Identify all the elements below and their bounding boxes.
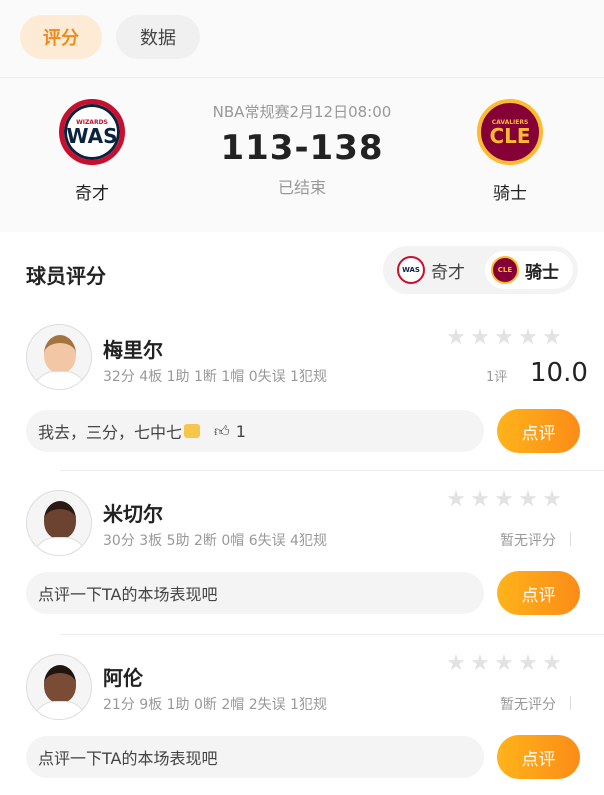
wizards-logo: WIZARDS WAS <box>59 99 125 165</box>
avatar-body <box>33 537 87 555</box>
thumbs-up-icon[interactable]: 👍︎ <box>214 422 230 441</box>
like-count: 1 <box>235 421 246 441</box>
avatar-head <box>44 665 76 703</box>
match-status: 已结束 <box>277 178 326 197</box>
divider <box>60 470 604 471</box>
switch-wizards[interactable]: WAS 奇才 <box>393 251 483 289</box>
avatar-head <box>44 335 76 373</box>
comment-button[interactable]: 点评 <box>497 735 580 779</box>
star-icon[interactable]: ★ <box>518 327 538 349</box>
match-info: NBA常规赛2月12日08:00 <box>212 103 392 121</box>
tab-rating[interactable]: 评分 <box>20 15 102 59</box>
wizards-logo-text: WAS <box>66 123 118 148</box>
player-stats: 30分 3板 5助 2断 0帽 6失误 4犯规 <box>103 533 327 549</box>
home-team-name: 奇才 <box>75 184 109 204</box>
switch-cavaliers-label: 骑士 <box>525 262 559 283</box>
player-name[interactable]: 梅里尔 <box>103 334 163 363</box>
emoji-icon <box>184 424 201 438</box>
star-icon[interactable]: ★ <box>470 327 490 349</box>
divider-bar <box>570 696 571 710</box>
match-score: 113-138 <box>220 128 384 168</box>
avatar-body <box>33 701 87 719</box>
cavaliers-mini-logo: CLE <box>491 256 519 284</box>
cavaliers-logo-text: CLE <box>489 123 531 148</box>
wizards-mini-logo: WAS <box>397 256 425 284</box>
star-icon[interactable]: ★ <box>542 327 562 349</box>
comment-preview[interactable]: 我去，三分，七中七 👍︎ 1 <box>26 410 484 452</box>
no-rating-label: 暂无评分 <box>500 533 556 549</box>
match-center: NBA常规赛2月12日08:00 113-138 已结束 <box>180 101 424 198</box>
cavaliers-logo: CAVALIERS CLE <box>477 99 543 165</box>
star-icon[interactable]: ★ <box>446 489 466 511</box>
player-stats: 32分 4板 1助 1断 1帽 0失误 1犯规 <box>103 369 327 385</box>
comment-placeholder: 点评一下TA的本场表现吧 <box>38 585 218 604</box>
player-name[interactable]: 米切尔 <box>103 498 163 527</box>
star-icon[interactable]: ★ <box>470 489 490 511</box>
rating-stars[interactable]: ★ ★ ★ ★ ★ <box>446 327 562 349</box>
section-title: 球员评分 <box>26 264 106 288</box>
avatar-head <box>44 501 76 539</box>
player-avatar[interactable] <box>26 490 92 556</box>
switch-wizards-label: 奇才 <box>431 262 465 283</box>
star-icon[interactable]: ★ <box>542 489 562 511</box>
star-icon[interactable]: ★ <box>518 653 538 675</box>
star-icon[interactable]: ★ <box>494 327 514 349</box>
switch-cavaliers[interactable]: CLE 骑士 <box>485 251 573 289</box>
rating-stars[interactable]: ★ ★ ★ ★ ★ <box>446 653 562 675</box>
comment-input[interactable]: 点评一下TA的本场表现吧 <box>26 572 484 614</box>
divider <box>60 634 604 635</box>
player-stats: 21分 9板 1助 0断 2帽 2失误 1犯规 <box>103 697 327 713</box>
player-rating-section: 球员评分 WAS 奇才 CLE 骑士 梅里尔 32分 4板 1助 1断 1帽 0… <box>0 232 604 795</box>
star-icon[interactable]: ★ <box>542 653 562 675</box>
rating-count: 1评 <box>486 370 508 385</box>
no-rating-label: 暂无评分 <box>500 697 556 713</box>
star-icon[interactable]: ★ <box>518 489 538 511</box>
comment-input[interactable]: 点评一下TA的本场表现吧 <box>26 736 484 778</box>
star-icon[interactable]: ★ <box>494 489 514 511</box>
divider-bar <box>570 532 571 546</box>
comment-placeholder: 点评一下TA的本场表现吧 <box>38 749 218 768</box>
team-switch: WAS 奇才 CLE 骑士 <box>383 246 578 294</box>
home-team[interactable]: WIZARDS WAS 奇才 <box>42 99 142 204</box>
match-header: WIZARDS WAS 奇才 NBA常规赛2月12日08:00 113-138 … <box>0 79 604 219</box>
star-icon[interactable]: ★ <box>470 653 490 675</box>
away-team[interactable]: CAVALIERS CLE 骑士 <box>460 99 560 204</box>
top-tab-bar: 评分 数据 <box>0 0 604 78</box>
avatar-body <box>33 371 87 389</box>
player-avatar[interactable] <box>26 324 92 390</box>
comment-button[interactable]: 点评 <box>497 409 580 453</box>
comment-button[interactable]: 点评 <box>497 571 580 615</box>
comment-text: 我去，三分，七中七 <box>38 423 183 442</box>
rating-stars[interactable]: ★ ★ ★ ★ ★ <box>446 489 562 511</box>
away-team-name: 骑士 <box>493 184 527 204</box>
player-name[interactable]: 阿伦 <box>103 662 143 691</box>
star-icon[interactable]: ★ <box>446 653 466 675</box>
star-icon[interactable]: ★ <box>494 653 514 675</box>
tab-data[interactable]: 数据 <box>116 15 200 59</box>
player-avatar[interactable] <box>26 654 92 720</box>
star-icon[interactable]: ★ <box>446 327 466 349</box>
rating-value: 10.0 <box>530 358 588 388</box>
